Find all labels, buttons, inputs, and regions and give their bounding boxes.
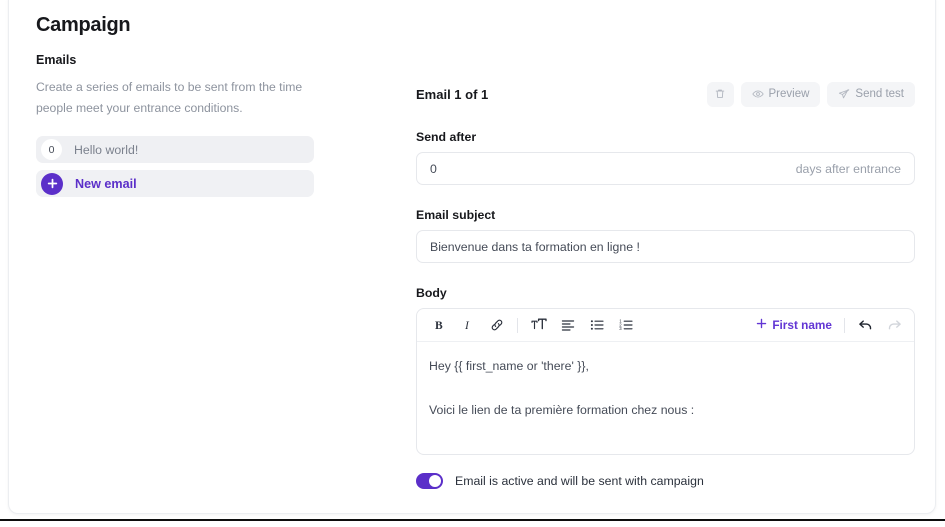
send-after-suffix: days after entrance <box>795 161 901 176</box>
new-email-label: New email <box>75 176 137 191</box>
text-size-icon[interactable] <box>530 317 547 334</box>
page-title: Campaign <box>36 14 131 36</box>
email-editor-panel: Email 1 of 1 Preview Send test Send afte… <box>416 81 915 489</box>
numbered-list-icon[interactable]: 1 2 3 <box>617 317 634 334</box>
trash-icon <box>714 88 726 100</box>
toolbar-history-group <box>857 317 903 334</box>
editor-panel-title: Email 1 of 1 <box>416 86 489 102</box>
body-paragraph: Hey {{ first_name or 'there' }}, <box>429 359 589 373</box>
toolbar-divider-1 <box>517 317 518 333</box>
editor-panel-header: Email 1 of 1 Preview Send test <box>416 81 915 107</box>
body-paragraph: Voici le lien de ta première formation c… <box>429 403 695 417</box>
plus-icon <box>41 172 63 195</box>
editor-content-area[interactable]: Hey {{ first_name or 'there' }}, Voici l… <box>417 342 914 420</box>
emails-sidebar: Emails Create a series of emails to be s… <box>36 53 314 204</box>
toolbar-format-group: B I <box>430 317 505 334</box>
send-test-button-label: Send test <box>855 88 904 100</box>
editor-panel-actions: Preview Send test <box>706 81 915 107</box>
preview-button-label: Preview <box>768 88 810 100</box>
email-subject-label: Email subject <box>416 208 496 222</box>
list-item[interactable]: 0 Hello world! <box>36 136 314 163</box>
undo-arrow-icon[interactable] <box>857 317 874 334</box>
app-root: Campaign Emails Create a series of email… <box>0 0 945 527</box>
window-bottom-edge <box>0 519 945 527</box>
toolbar-divider-2 <box>844 317 845 333</box>
send-after-value: 0 <box>430 161 437 176</box>
email-subject-input[interactable]: Bienvenue dans ta formation en ligne ! <box>416 230 915 263</box>
body-label: Body <box>416 286 447 300</box>
preview-button[interactable]: Preview <box>740 81 821 107</box>
paper-plane-icon <box>838 88 850 100</box>
redo-arrow-icon[interactable] <box>886 317 903 334</box>
email-step-badge: 0 <box>41 139 62 160</box>
toolbar-block-group: 1 2 3 <box>530 317 634 334</box>
svg-text:3: 3 <box>619 326 622 331</box>
send-after-input[interactable]: 0 days after entrance <box>416 152 915 185</box>
email-active-toggle[interactable] <box>416 473 443 489</box>
insert-first-name-label: First name <box>772 318 832 332</box>
new-email-button[interactable]: New email <box>36 170 314 197</box>
toggle-knob <box>429 475 441 487</box>
svg-text:B: B <box>435 320 443 332</box>
email-item-label: Hello world! <box>74 142 139 157</box>
emails-section-title: Emails <box>36 53 77 67</box>
italic-button[interactable]: I <box>459 317 476 334</box>
email-subject-value: Bienvenue dans ta formation en ligne ! <box>430 239 640 254</box>
email-active-label: Email is active and will be sent with ca… <box>455 474 704 488</box>
card-content: Campaign Emails Create a series of email… <box>9 0 935 513</box>
campaign-card: Campaign Emails Create a series of email… <box>8 0 936 514</box>
align-left-list-icon[interactable] <box>559 317 576 334</box>
email-active-row: Email is active and will be sent with ca… <box>416 473 915 489</box>
bold-button[interactable]: B <box>430 317 447 334</box>
delete-email-button[interactable] <box>706 81 734 107</box>
bullet-list-icon[interactable] <box>588 317 605 334</box>
insert-first-name-button[interactable]: First name <box>756 318 832 332</box>
link-icon[interactable] <box>488 317 505 334</box>
editor-toolbar: B I 1 2 3 First name <box>417 309 914 342</box>
send-test-button[interactable]: Send test <box>827 81 915 107</box>
emails-section-description: Create a series of emails to be sent fro… <box>36 80 303 115</box>
rich-text-editor: B I 1 2 3 First name Hey {{first_name o… <box>416 308 915 455</box>
send-after-label: Send after <box>416 130 477 144</box>
svg-text:I: I <box>464 320 470 332</box>
plus-icon <box>756 318 767 332</box>
eye-icon <box>751 88 764 100</box>
